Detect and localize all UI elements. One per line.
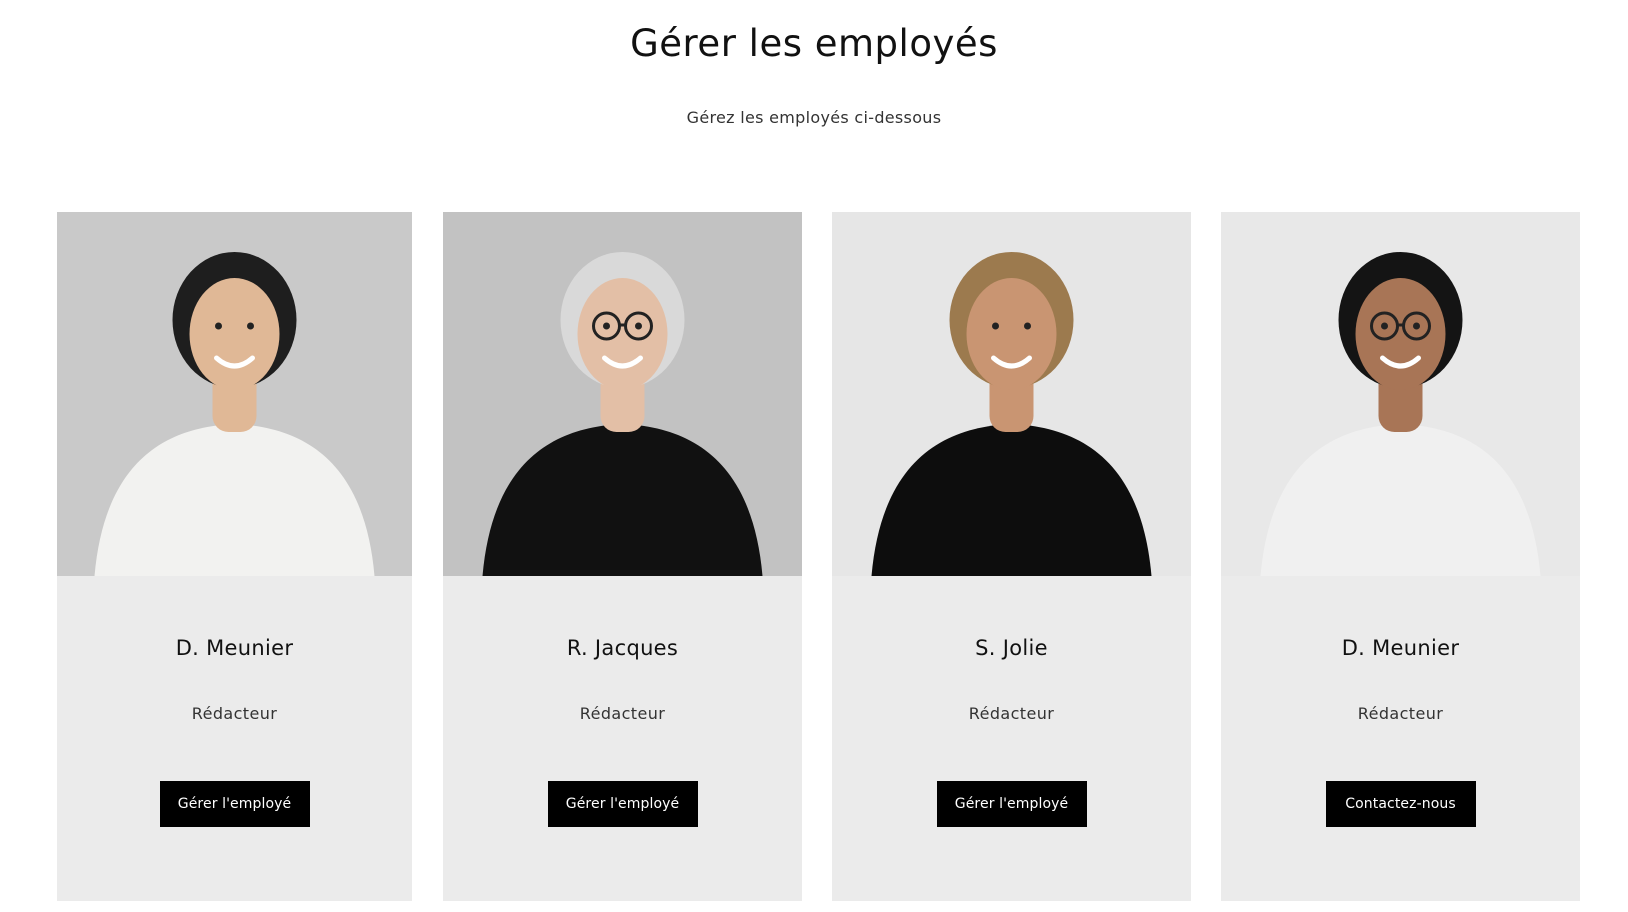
portrait-illustration <box>832 212 1191 576</box>
page-subtitle: Gérez les employés ci-dessous <box>686 108 942 127</box>
page-title: Gérer les employés <box>630 22 998 65</box>
face-shape <box>1355 278 1446 390</box>
contact-us-button[interactable]: Contactez-nous <box>1325 781 1476 827</box>
eye-right <box>1413 322 1420 330</box>
employee-name: D. Meunier <box>1341 636 1460 660</box>
face-shape <box>966 278 1057 390</box>
employee-card: R. Jacques Rédacteur Gérer l'employé <box>443 212 802 901</box>
eye-left <box>215 322 222 330</box>
manage-employee-button[interactable]: Gérer l'employé <box>547 781 698 827</box>
employee-role: Rédacteur <box>968 704 1055 723</box>
eye-right <box>635 322 642 330</box>
employee-photo <box>57 212 412 576</box>
employee-name: D. Meunier <box>175 636 294 660</box>
employee-role: Rédacteur <box>191 704 278 723</box>
employee-photo <box>832 212 1191 576</box>
employee-name: R. Jacques <box>566 636 679 660</box>
employee-photo <box>1221 212 1580 576</box>
eye-right <box>247 322 254 330</box>
eye-left <box>603 322 610 330</box>
employee-card: D. Meunier Rédacteur Contactez-nous <box>1221 212 1580 901</box>
portrait-illustration <box>443 212 802 576</box>
employee-role: Rédacteur <box>1357 704 1444 723</box>
employee-card: S. Jolie Rédacteur Gérer l'employé <box>832 212 1191 901</box>
employee-card: D. Meunier Rédacteur Gérer l'employé <box>57 212 412 901</box>
portrait-illustration <box>1221 212 1580 576</box>
employee-role: Rédacteur <box>579 704 666 723</box>
manage-employee-button[interactable]: Gérer l'employé <box>159 781 310 827</box>
face-shape <box>189 278 280 390</box>
employee-photo <box>443 212 802 576</box>
eye-left <box>992 322 999 330</box>
eye-right <box>1024 322 1031 330</box>
employee-name: S. Jolie <box>975 636 1048 660</box>
manage-employee-button[interactable]: Gérer l'employé <box>936 781 1087 827</box>
portrait-illustration <box>57 212 412 576</box>
eye-left <box>1381 322 1388 330</box>
face-shape <box>577 278 668 390</box>
